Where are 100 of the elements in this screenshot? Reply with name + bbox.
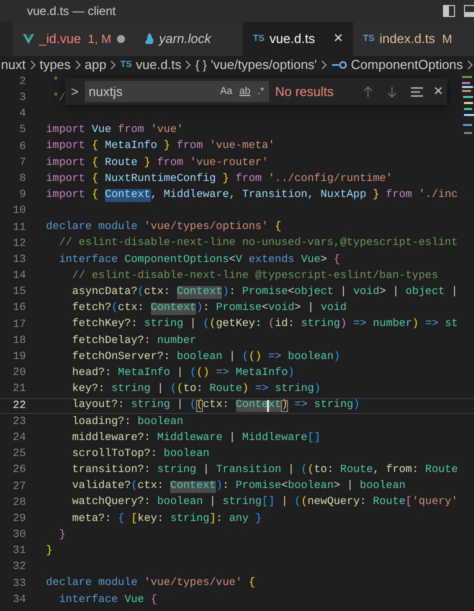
- v-logo-icon: [23, 34, 34, 44]
- line-number: 7: [18, 156, 26, 171]
- code-line: scrollToTop?: boolean: [71, 446, 210, 462]
- chevron-right-icon: [74, 60, 81, 70]
- line-number: 34: [12, 592, 26, 608]
- close-tab-button[interactable]: ×: [334, 31, 343, 47]
- code-line: import { Route } from 'vue-router': [46, 156, 268, 171]
- code-line: }: [58, 528, 66, 543]
- breadcrumb-item[interactable]: { } 'vue/types/options': [195, 56, 317, 74]
- line-number: 2: [18, 74, 26, 90]
- editor-tab[interactable]: _id.vue 1, M: [13, 22, 135, 56]
- breadcrumb-item[interactable]: app: [84, 56, 106, 74]
- code-line: interface ComponentOptions<V extends Vue> {: [58, 252, 340, 268]
- code-line: fetchKey?: string | ((getKey: (id: string) => number) => st: [71, 317, 458, 332]
- tab-label: _id.vue: [39, 30, 81, 48]
- line-number: 27: [12, 480, 26, 495]
- line-number: 33: [12, 576, 26, 592]
- line-number: 14: [12, 269, 26, 284]
- line-number: 8: [18, 172, 26, 187]
- line-number: 25: [12, 447, 26, 462]
- line-number: 28: [12, 496, 26, 511]
- line-number: 20: [12, 366, 26, 382]
- line-number: 18: [12, 334, 26, 349]
- line-number: 23: [12, 414, 26, 430]
- line-number: 32: [12, 560, 26, 576]
- code-line: transition?: string | Transition | ((to: Route, from: Route: [71, 463, 458, 478]
- file-type-icon: [145, 33, 154, 45]
- line-number: 10: [12, 204, 26, 220]
- line-number: 9: [18, 188, 26, 204]
- search-option-button[interactable]: ab: [237, 84, 252, 99]
- code-line: fetchDelay?: number: [71, 334, 196, 349]
- interface-icon: [330, 61, 347, 69]
- code-line: interface Vue {: [58, 592, 158, 608]
- code-line: asyncData?(ctx: Context): Promise<object | void> | object |: [71, 285, 458, 300]
- window-title: vue.d.ts — client: [27, 3, 116, 20]
- line-number: 15: [12, 285, 26, 300]
- code-line: import { NuxtRuntimeConfig } from '../config/runtime': [46, 172, 392, 187]
- line-number: 19: [12, 350, 26, 366]
- no-results-message: No results: [275, 82, 334, 101]
- arrow-up-icon[interactable]: [362, 86, 374, 98]
- code-line: *: [52, 74, 60, 90]
- editor-tab[interactable]: TS vue.d.ts ×: [243, 22, 353, 56]
- tab-label: yarn.lock: [159, 30, 212, 48]
- line-number: 4: [18, 107, 26, 122]
- code-line: */: [52, 90, 66, 106]
- line-number: 24: [12, 430, 26, 446]
- line-number: 26: [12, 463, 26, 478]
- code-line: fetch?(ctx: Context): Promise<void> | void: [71, 301, 347, 316]
- tab-label: vue.d.ts: [270, 30, 316, 48]
- line-number: 31: [12, 544, 26, 560]
- code-line: head?: MetaInfo | (() => MetaInfo): [71, 366, 294, 381]
- tab-label: index.d.ts: [380, 30, 436, 48]
- search-option-button[interactable]: Aa: [218, 84, 234, 99]
- search-option-button[interactable]: .*: [255, 84, 266, 99]
- code-line: // eslint-disable-next-line @typescript-eslint/ban-types: [71, 268, 438, 284]
- line-number: 22: [12, 398, 26, 414]
- toggle-replace-button[interactable]: >: [69, 85, 81, 98]
- panel-icon[interactable]: [464, 5, 474, 17]
- code-line: meta?: { [key: string]: any }: [71, 512, 262, 527]
- line-number: 13: [12, 252, 26, 268]
- line-number: 5: [18, 123, 26, 138]
- layout-icon[interactable]: [443, 5, 455, 17]
- line-number: 3: [18, 91, 26, 106]
- code-line: import Vue from 'vue': [46, 123, 184, 138]
- chevron-right-icon: [185, 60, 192, 70]
- code-line: fetchOnServer?: boolean | (() => boolean): [71, 350, 340, 365]
- find-input-field[interactable]: nuxtjs Aa ab .*: [84, 81, 270, 102]
- chevron-right-icon: [466, 60, 473, 70]
- chevron-right-icon: [30, 60, 36, 70]
- code-line: }: [46, 544, 53, 560]
- editor-tab[interactable]: TS index.d.ts M: [353, 22, 474, 56]
- code-line: import { Context, Middleware, Transition, NuxtApp } from './inc: [46, 188, 458, 203]
- code-line: declare module 'vue/types/vue' {: [46, 576, 256, 592]
- chevron-right-icon: [110, 60, 116, 70]
- line-number: 29: [12, 512, 26, 527]
- line-number: 11: [12, 220, 26, 236]
- line-number: 21: [12, 382, 26, 398]
- line-number: 30: [12, 528, 26, 544]
- code-line: watchQuery?: boolean | string[] | ((newQuery: Route['query': [71, 495, 458, 510]
- code-line: declare module 'vue/types/options' {: [46, 220, 282, 236]
- arrow-down-icon[interactable]: [386, 86, 398, 98]
- code-line: key?: string | ((to: Route) => string): [71, 382, 321, 398]
- tab-status: 1, M: [88, 31, 112, 48]
- chevron-right-icon: [320, 60, 327, 70]
- breadcrumb-item[interactable]: TS vue.d.ts: [120, 56, 182, 74]
- breadcrumb-item[interactable]: ComponentOptions: [330, 56, 463, 74]
- editor-tab[interactable]: yarn.lock: [135, 22, 243, 56]
- code-line: loading?: boolean: [71, 414, 184, 430]
- ts-file-icon: TS: [253, 32, 265, 46]
- line-number: 6: [18, 140, 26, 155]
- selection-lines-icon[interactable]: [410, 86, 424, 96]
- code-line: middleware?: Middleware | Middleware[]: [71, 430, 321, 446]
- breadcrumb-item[interactable]: nuxt: [1, 56, 26, 74]
- code-line: validate?(ctx: Context): Promise<boolean> | boolean: [71, 479, 406, 494]
- breadcrumb-item[interactable]: types: [40, 56, 71, 74]
- line-number: 17: [12, 318, 26, 333]
- close-button[interactable]: ×: [434, 84, 443, 100]
- code-line: // eslint-disable-next-line no-unused-vars,@typescript-eslint: [58, 236, 458, 252]
- code-line: import { MetaInfo } from 'vue-meta': [46, 139, 275, 154]
- line-number: 12: [12, 236, 26, 252]
